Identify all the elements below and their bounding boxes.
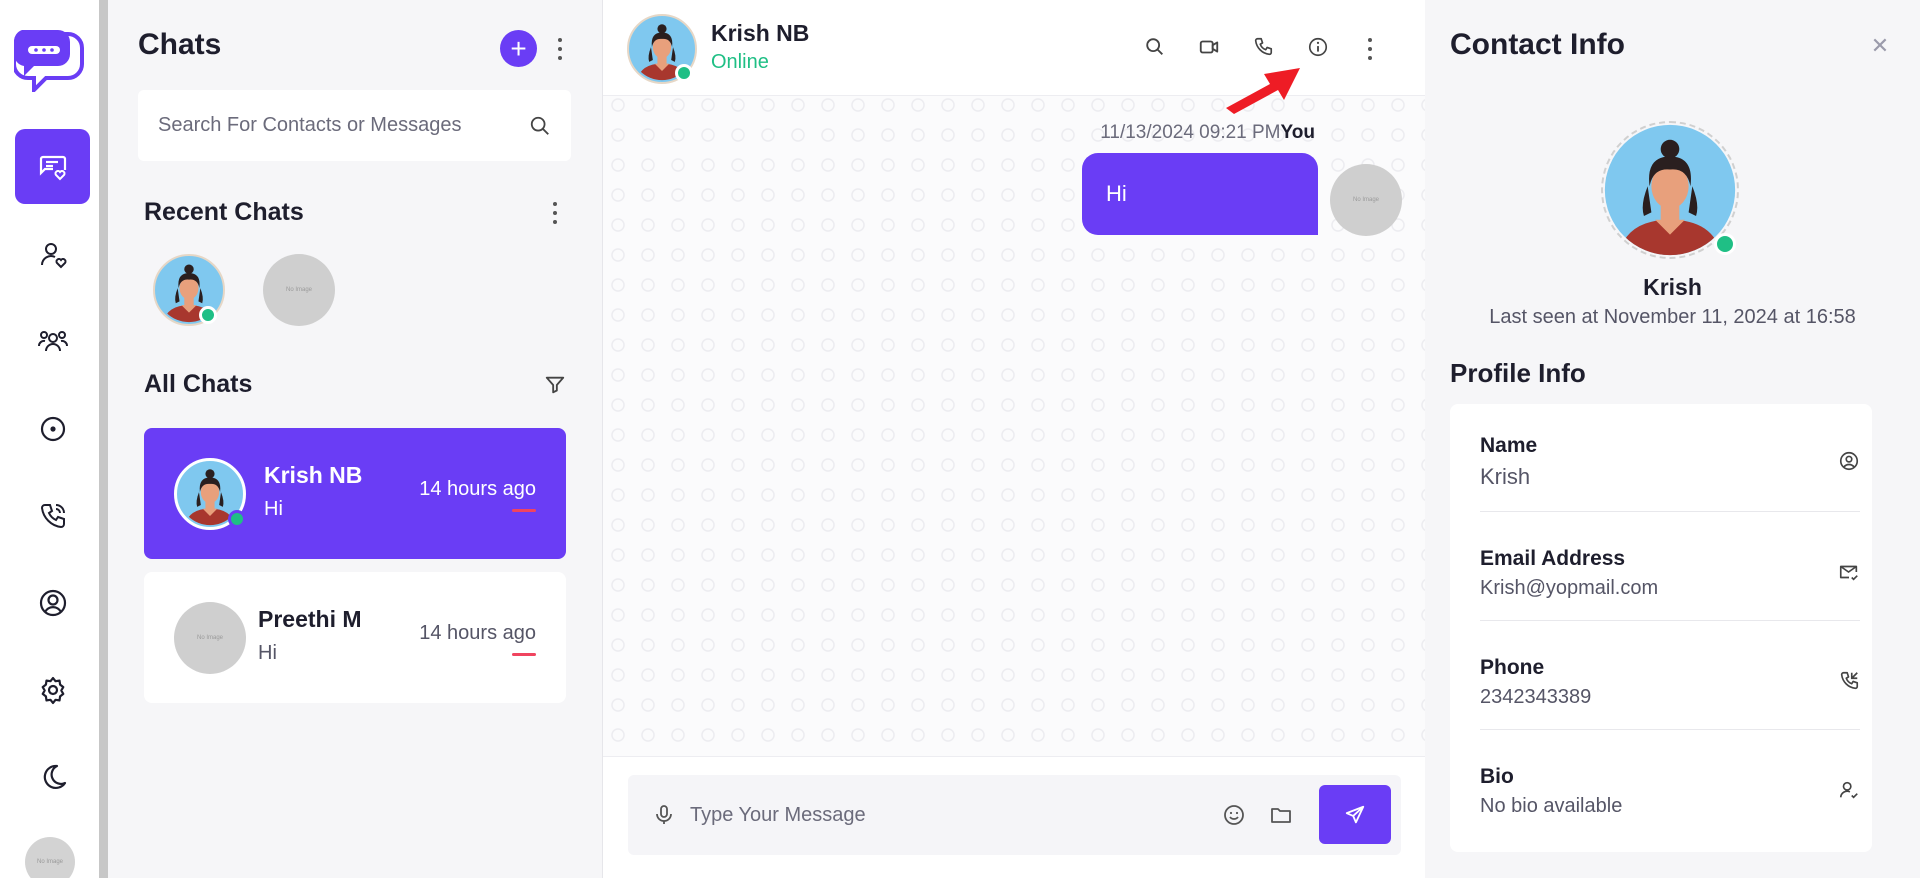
calls-icon: [40, 503, 65, 528]
chat-item-name: Preethi M: [258, 606, 362, 632]
user-check-icon: [1839, 781, 1858, 799]
voice-call-button[interactable]: [1250, 34, 1276, 60]
emoji-icon[interactable]: [1222, 803, 1246, 827]
message-input[interactable]: [690, 795, 1190, 835]
app-logo-icon: [12, 26, 86, 95]
message-bubble[interactable]: Hi: [1082, 153, 1318, 235]
message-timestamp: 11/13/2024 09:21 PM: [1100, 122, 1281, 143]
group-icon: [37, 330, 68, 351]
new-chat-button[interactable]: +: [500, 30, 537, 67]
contact-info-button[interactable]: [1305, 34, 1331, 60]
dark-mode-icon: [43, 764, 66, 789]
field-label: Name: [1480, 434, 1538, 457]
contacts-icon: [40, 242, 66, 268]
chat-item-krish[interactable]: Krish NB Hi 14 hours ago: [144, 428, 566, 559]
chat-item-time: 14 hours ago: [419, 622, 536, 644]
last-seen: Last seen at November 11, 2024 at 16:58: [1489, 306, 1856, 328]
search-icon[interactable]: [529, 115, 551, 137]
settings-icon: [41, 676, 64, 704]
chat-item-preethi[interactable]: No Image Preethi M Hi 14 hours ago: [144, 572, 566, 703]
avatar: No Image: [174, 602, 246, 674]
user-circle-icon: [1839, 451, 1859, 471]
chat-item-preview: Hi: [264, 498, 283, 520]
online-indicator: [199, 306, 217, 324]
field-label: Bio: [1480, 765, 1514, 788]
chat-list-panel: Chats + Recent Chats No Image All C: [108, 0, 603, 878]
info-icon: [1308, 37, 1328, 57]
composer-area: [603, 756, 1425, 878]
phone-in-icon: [1840, 671, 1859, 690]
profile-info-card: Name Krish Email Address Krish@yopmail.c…: [1450, 404, 1872, 852]
conversation-menu-icon[interactable]: [1367, 38, 1373, 60]
chat-item-time: 14 hours ago: [419, 478, 536, 500]
phone-icon: [1254, 37, 1273, 56]
contact-name: Krish NB: [711, 20, 810, 46]
field-email: Email Address Krish@yopmail.com: [1480, 513, 1860, 621]
video-call-button[interactable]: [1196, 34, 1222, 60]
search-messages-button[interactable]: [1142, 34, 1168, 60]
unread-indicator: [512, 653, 536, 656]
field-value: Krish@yopmail.com: [1480, 577, 1659, 599]
contact-info-panel: Contact Info ✕ Krish Last seen at Novemb…: [1425, 0, 1920, 878]
annotation-arrow-icon: [1226, 68, 1300, 114]
sender-avatar: No Image: [1330, 164, 1402, 236]
field-name: Name Krish: [1480, 404, 1860, 512]
contact-info-name: Krish: [1643, 274, 1702, 300]
field-label: Email Address: [1480, 547, 1626, 570]
send-icon: [1345, 805, 1365, 823]
field-value: 2342343389: [1480, 686, 1592, 708]
nav-profile-button[interactable]: [15, 565, 90, 640]
user-avatar[interactable]: No Image: [25, 837, 75, 878]
profile-info-title: Profile Info: [1450, 358, 1586, 388]
chats-title: Chats: [138, 28, 222, 61]
field-value: No bio available: [1480, 795, 1623, 817]
folder-icon[interactable]: [1269, 803, 1293, 827]
chat-item-preview: Hi: [258, 642, 277, 664]
field-value: Krish: [1480, 464, 1531, 489]
rail-scrollbar[interactable]: [99, 0, 108, 878]
recent-chats-menu-icon[interactable]: [552, 202, 558, 224]
send-button[interactable]: [1319, 785, 1391, 844]
search-bar: [138, 90, 571, 161]
online-indicator: [228, 510, 246, 528]
plus-icon: +: [510, 32, 527, 64]
nav-contacts-button[interactable]: [15, 217, 90, 292]
contact-status: Online: [711, 51, 769, 73]
close-icon[interactable]: ✕: [1868, 33, 1892, 58]
nav-rail: No Image: [0, 0, 104, 878]
recent-chats-title: Recent Chats: [144, 198, 304, 226]
recent-avatar-placeholder[interactable]: No Image: [263, 254, 335, 326]
nav-chats-button[interactable]: [15, 129, 90, 204]
online-indicator: [675, 64, 693, 82]
nav-calls-button[interactable]: [15, 478, 90, 553]
contact-info-title: Contact Info: [1450, 28, 1625, 61]
unread-indicator: [512, 509, 536, 512]
nav-settings-button[interactable]: [15, 652, 90, 727]
profile-icon: [39, 589, 66, 616]
online-indicator: [1714, 233, 1736, 255]
all-chats-title: All Chats: [144, 370, 253, 398]
microphone-icon[interactable]: [652, 803, 676, 827]
filter-icon[interactable]: [544, 374, 566, 396]
status-icon: [40, 416, 65, 441]
chats-menu-icon[interactable]: [557, 38, 563, 60]
conversation-panel: Krish NB Online 11/13/2024 09:21 PMYou H…: [603, 0, 1425, 878]
chat-heart-icon: [39, 155, 66, 180]
search-icon: [1146, 38, 1163, 55]
search-input[interactable]: [158, 114, 529, 137]
nav-status-button[interactable]: [15, 391, 90, 466]
mail-check-icon: [1839, 565, 1858, 581]
message-sender: You: [1280, 122, 1315, 143]
video-camera-icon: [1199, 40, 1219, 54]
message-meta: 11/13/2024 09:21 PMYou: [1100, 122, 1315, 144]
nav-dark-mode-button[interactable]: [15, 739, 90, 814]
field-bio: Bio No bio available: [1480, 731, 1860, 839]
field-label: Phone: [1480, 656, 1545, 679]
field-phone: Phone 2342343389: [1480, 622, 1860, 730]
composer: [628, 775, 1401, 855]
nav-groups-button[interactable]: [15, 304, 90, 379]
chat-item-name: Krish NB: [264, 462, 363, 488]
